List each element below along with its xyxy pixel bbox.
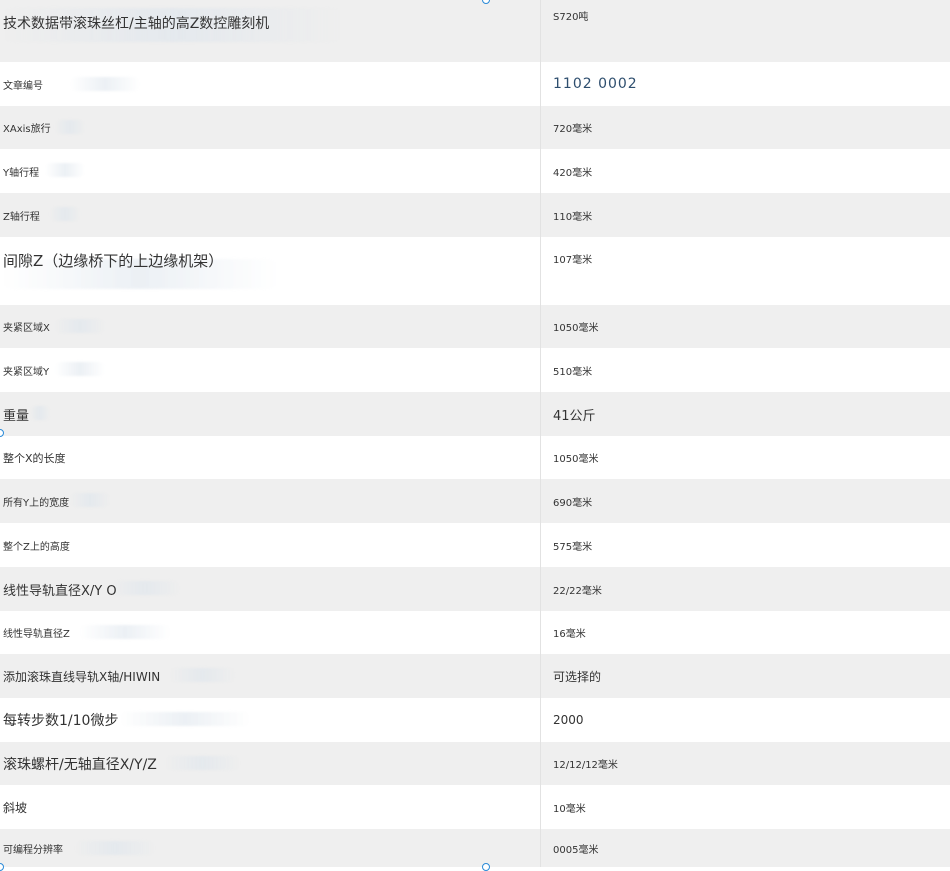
table-row: 间隙Z（边缘桥下的上边缘机架） 107毫米 bbox=[0, 237, 950, 305]
row-label: 文章编号 bbox=[3, 80, 43, 92]
row-label: 每转步数1/10微步 bbox=[3, 713, 119, 729]
table-row: 整个Z上的高度 575毫米 bbox=[0, 523, 950, 567]
row-label: XAxis旅行 bbox=[3, 124, 51, 135]
row-label: 间隙Z（边缘桥下的上边缘机架） bbox=[3, 252, 224, 270]
row-value-cell: 可选择的 bbox=[541, 654, 950, 698]
table-row: 可编程分辨率 0005毫米 bbox=[0, 829, 950, 867]
row-label: 夹紧区域X bbox=[3, 323, 50, 334]
row-value: 12/12/12毫米 bbox=[553, 760, 618, 771]
row-label-cell: Z轴行程 bbox=[0, 193, 541, 237]
row-value-cell: 16毫米 bbox=[541, 611, 950, 654]
table-row: 重量 41公斤 bbox=[0, 392, 950, 436]
article-number-value: 1102 0002 bbox=[553, 76, 638, 92]
row-value: 可选择的 bbox=[553, 669, 602, 684]
row-value-cell: 1050毫米 bbox=[541, 305, 950, 348]
row-value: 0005毫米 bbox=[553, 844, 599, 856]
table-row: 所有Y上的宽度 690毫米 bbox=[0, 479, 950, 523]
row-label: 整个X的长度 bbox=[3, 451, 66, 465]
table-row: 每转步数1/10微步 2000 bbox=[0, 698, 950, 742]
row-label-cell: Y轴行程 bbox=[0, 149, 541, 193]
row-value-cell: 107毫米 bbox=[541, 237, 950, 305]
row-value: 690毫米 bbox=[553, 497, 593, 509]
row-label-cell: 所有Y上的宽度 bbox=[0, 479, 541, 523]
row-value: 510毫米 bbox=[553, 366, 593, 378]
row-value: 110毫米 bbox=[553, 211, 593, 223]
table-row: Y轴行程 420毫米 bbox=[0, 149, 950, 193]
row-label: 斜坡 bbox=[3, 800, 28, 815]
row-value: 2000 bbox=[553, 713, 584, 727]
row-value-cell: 575毫米 bbox=[541, 523, 950, 567]
row-label-cell: 技术数据带滚珠丝杠/主轴的高Z数控雕刻机 bbox=[0, 0, 541, 62]
table-row: XAxis旅行 720毫米 bbox=[0, 106, 950, 149]
row-value: 10毫米 bbox=[553, 803, 586, 815]
row-label: 滚珠螺杆/无轴直径X/Y/Z bbox=[3, 756, 157, 773]
row-label: 技术数据带滚珠丝杠/主轴的高Z数控雕刻机 bbox=[3, 16, 270, 32]
table-row: 线性导轨直径X/Y O 22/22毫米 bbox=[0, 567, 950, 611]
row-label: Y轴行程 bbox=[3, 167, 40, 179]
row-value: 720毫米 bbox=[553, 124, 593, 135]
row-value-cell: 12/12/12毫米 bbox=[541, 742, 950, 785]
row-label-cell: XAxis旅行 bbox=[0, 106, 541, 149]
row-value-cell: 0005毫米 bbox=[541, 829, 950, 867]
table-row: Z轴行程 110毫米 bbox=[0, 193, 950, 237]
row-label: 所有Y上的宽度 bbox=[3, 497, 70, 509]
row-value-cell: 720毫米 bbox=[541, 106, 950, 149]
row-value-cell: 110毫米 bbox=[541, 193, 950, 237]
row-label: Z轴行程 bbox=[3, 211, 40, 223]
row-label-cell: 线性导轨直径X/Y O bbox=[0, 567, 541, 611]
table-row: 整个X的长度 1050毫米 bbox=[0, 436, 950, 479]
row-label-cell: 整个X的长度 bbox=[0, 436, 541, 479]
row-value-cell: 1102 0002 bbox=[541, 62, 950, 106]
row-value-cell: 41公斤 bbox=[541, 392, 950, 436]
row-label: 夹紧区域Y bbox=[3, 366, 50, 378]
row-label: 添加滚珠直线导轨X轴/HIWIN bbox=[3, 669, 161, 684]
table-row: 夹紧区域Y 510毫米 bbox=[0, 348, 950, 392]
row-value: 16毫米 bbox=[553, 629, 586, 640]
row-label-cell: 夹紧区域Y bbox=[0, 348, 541, 392]
row-value: 107毫米 bbox=[553, 255, 593, 266]
row-value-cell: S720吨 bbox=[541, 0, 950, 62]
row-label-cell: 线性导轨直径Z bbox=[0, 611, 541, 654]
row-label: 线性导轨直径Z bbox=[3, 629, 70, 640]
row-value: 1050毫米 bbox=[553, 323, 599, 334]
row-label-cell: 夹紧区域X bbox=[0, 305, 541, 348]
row-value-cell: 690毫米 bbox=[541, 479, 950, 523]
row-value: 420毫米 bbox=[553, 167, 593, 179]
row-value: 22/22毫米 bbox=[553, 585, 602, 597]
row-value-cell: 1050毫米 bbox=[541, 436, 950, 479]
row-label-cell: 整个Z上的高度 bbox=[0, 523, 541, 567]
row-value-cell: 510毫米 bbox=[541, 348, 950, 392]
spec-table: 技术数据带滚珠丝杠/主轴的高Z数控雕刻机 S720吨 文章编号 1102 000… bbox=[0, 0, 950, 867]
row-value: 575毫米 bbox=[553, 541, 593, 553]
table-row: 线性导轨直径Z 16毫米 bbox=[0, 611, 950, 654]
row-label: 整个Z上的高度 bbox=[3, 541, 70, 553]
table-row: 斜坡 10毫米 bbox=[0, 785, 950, 829]
row-label: 可编程分辨率 bbox=[3, 844, 63, 856]
row-value: 1050毫米 bbox=[553, 454, 599, 465]
row-value: 41公斤 bbox=[553, 408, 596, 424]
row-value-cell: 22/22毫米 bbox=[541, 567, 950, 611]
table-row: 技术数据带滚珠丝杠/主轴的高Z数控雕刻机 S720吨 bbox=[0, 0, 950, 62]
row-value-cell: 2000 bbox=[541, 698, 950, 742]
row-label-cell: 斜坡 bbox=[0, 785, 541, 829]
row-value-cell: 10毫米 bbox=[541, 785, 950, 829]
table-row: 添加滚珠直线导轨X轴/HIWIN 可选择的 bbox=[0, 654, 950, 698]
row-label-cell: 文章编号 bbox=[0, 62, 541, 106]
row-label-cell: 每转步数1/10微步 bbox=[0, 698, 541, 742]
row-label-cell: 添加滚珠直线导轨X轴/HIWIN bbox=[0, 654, 541, 698]
table-row: 滚珠螺杆/无轴直径X/Y/Z 12/12/12毫米 bbox=[0, 742, 950, 785]
table-row: 夹紧区域X 1050毫米 bbox=[0, 305, 950, 348]
row-label-cell: 间隙Z（边缘桥下的上边缘机架） bbox=[0, 237, 541, 305]
row-label-cell: 滚珠螺杆/无轴直径X/Y/Z bbox=[0, 742, 541, 785]
selection-handle-bottom-left[interactable] bbox=[0, 863, 4, 871]
row-label-cell: 可编程分辨率 bbox=[0, 829, 541, 867]
row-label-cell: 重量 bbox=[0, 392, 541, 436]
table-row: 文章编号 1102 0002 bbox=[0, 62, 950, 106]
row-label: 线性导轨直径X/Y O bbox=[3, 583, 117, 599]
row-label: 重量 bbox=[3, 408, 30, 424]
row-value-cell: 420毫米 bbox=[541, 149, 950, 193]
row-value: S720吨 bbox=[553, 12, 589, 23]
selection-handle-bottom[interactable] bbox=[482, 863, 490, 871]
